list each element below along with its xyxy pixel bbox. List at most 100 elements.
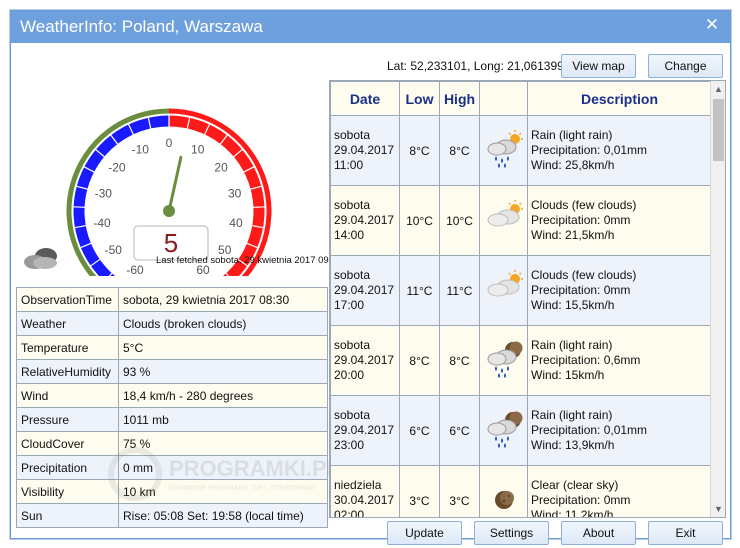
forecast-precipitation: Precipitation: 0,01mm [531,143,648,157]
forecast-wind: Wind: 15km/h [531,368,605,382]
column-header-high[interactable]: High [439,81,480,116]
forecast-description: Rain (light rain) Precipitation: 0,01mm Wi… [527,115,712,186]
gauge-tick-label: -10 [132,142,150,156]
observation-row: Precipitation 0 mm [16,455,328,480]
forecast-row[interactable]: sobota 29.04.2017 17:00 11°C 11°C Clouds (few… [330,255,712,326]
view-map-button[interactable]: View map [561,54,636,78]
forecast-time: 02:00 [334,508,365,518]
gauge-tick [73,206,86,208]
update-button[interactable]: Update [387,521,462,545]
forecast-time: 23:00 [334,438,365,452]
partly-cloudy-icon [479,255,528,326]
forecast-scrollbar[interactable]: ▲ ▼ [710,81,725,517]
night-rain-icon [479,325,528,396]
forecast-time: 14:00 [334,228,365,242]
forecast-wind: Wind: 13,9km/h [531,438,615,452]
observation-value: 93 % [118,359,328,384]
coordinates-label: Lat: 52,233101, Long: 21,061399 [387,59,564,73]
close-icon[interactable]: ✕ [702,15,722,35]
forecast-description: Clouds (few clouds) Precipitation: 0mm Win… [527,185,712,256]
forecast-description: Clear (clear sky) Precipitation: 0mm Wind:… [527,465,712,518]
forecast-date-value: 30.04.2017 [334,493,395,507]
gauge-needle [167,155,183,213]
observation-row: CloudCover 75 % [16,431,328,456]
gauge-needle-hub [163,205,175,217]
cloud-icon [21,244,61,272]
exit-button[interactable]: Exit [648,521,723,545]
observation-row: Weather Clouds (broken clouds) [16,311,328,336]
forecast-wind: Wind: 15,5km/h [531,298,615,312]
partly-cloudy-icon [479,185,528,256]
observation-table: ObservationTime sobota, 29 kwietnia 2017 … [16,287,328,528]
scroll-up-icon[interactable]: ▲ [711,81,725,97]
observation-key: Pressure [16,407,119,432]
column-header-description[interactable]: Description [527,81,712,116]
forecast-row[interactable]: sobota 29.04.2017 23:00 6°C 6°C Rain (light r… [330,395,712,466]
forecast-time: 17:00 [334,298,365,312]
observation-value: 5°C [118,335,328,360]
observation-key: ObservationTime [16,287,119,312]
rain-icon [479,115,528,186]
forecast-low: 6°C [399,395,440,466]
observation-value: 0 mm [118,455,328,480]
observation-key: Sun [16,503,119,528]
forecast-date: sobota 29.04.2017 11:00 [330,115,400,186]
observation-row: Sun Rise: 05:08 Set: 19:58 (local time) [16,503,328,528]
observation-value: Clouds (broken clouds) [118,311,328,336]
forecast-grid[interactable]: Date Low High Description sobota 29.04.20… [329,80,726,518]
column-header-low[interactable]: Low [399,81,440,116]
scrollbar-thumb[interactable] [713,99,724,161]
forecast-high: 8°C [439,325,480,396]
observation-row: RelativeHumidity 93 % [16,359,328,384]
gauge-tick-label: -50 [105,243,123,257]
window-title: WeatherInfo: Poland, Warszawa [20,17,263,36]
gauge-tick-label: 40 [229,216,243,230]
forecast-high: 11°C [439,255,480,326]
forecast-day: sobota [334,338,371,352]
forecast-date: niedziela 30.04.2017 02:00 [330,465,400,518]
night-rain-icon [479,395,528,466]
forecast-time: 11:00 [334,158,364,172]
forecast-time: 20:00 [334,368,365,382]
gauge-tick-label: -20 [108,160,126,174]
observation-key: Weather [16,311,119,336]
column-header-date[interactable]: Date [330,81,400,116]
observation-key: Precipitation [16,455,119,480]
observation-row: Visibility 10 km [16,479,328,504]
forecast-row[interactable]: sobota 29.04.2017 20:00 8°C 8°C Rain (light r… [330,325,712,396]
scroll-down-icon[interactable]: ▼ [711,501,725,517]
forecast-high: 10°C [439,185,480,256]
observation-value: 75 % [118,431,328,456]
forecast-date-value: 29.04.2017 [334,283,395,297]
forecast-row[interactable]: sobota 29.04.2017 11:00 8°C 8°C Rain (light r… [330,115,712,186]
observation-value: Rise: 05:08 Set: 19:58 (local time) [118,503,328,528]
forecast-high: 6°C [439,395,480,466]
forecast-wind: Wind: 21,5km/h [531,228,615,242]
observation-key: CloudCover [16,431,119,456]
forecast-high: 3°C [439,465,480,517]
last-fetched-label: Last fetched sobota, 29 kwietnia 2017 09… [156,255,342,266]
observation-value: 10 km [118,479,328,504]
forecast-wind: Wind: 11,2km/h [531,508,614,518]
gauge-svg: -60-50-40-30-20-10 0 1020304050605 [66,108,272,300]
forecast-row[interactable]: niedziela 30.04.2017 02:00 3°C 3°C Clear (cle… [330,465,712,518]
observation-row: Pressure 1011 mb [16,407,328,432]
forecast-date: sobota 29.04.2017 20:00 [330,325,400,396]
gauge-tick-label: 10 [191,142,205,156]
temperature-gauge: -60 -50 -40 -30 -20 -10 0 10 20 30 40 50 60 5 [15,76,327,300]
main-content: Lat: 52,233101, Long: 21,061399 View map… [15,44,726,545]
gauge-tick [252,206,265,208]
forecast-condition: Rain (light rain) [531,338,613,352]
about-button[interactable]: About [561,521,636,545]
settings-button[interactable]: Settings [474,521,549,545]
forecast-date-value: 29.04.2017 [334,143,395,157]
forecast-precipitation: Precipitation: 0mm [531,493,631,507]
observation-value: 18,4 km/h - 280 degrees [118,383,328,408]
change-location-button[interactable]: Change [648,54,723,78]
forecast-row[interactable]: sobota 29.04.2017 14:00 10°C 10°C Clouds (few… [330,185,712,256]
weatherinfo-window: WeatherInfo: Poland, Warszawa ✕ Lat: 52,… [10,10,731,545]
forecast-precipitation: Precipitation: 0,01mm [531,423,648,437]
gauge-tick-label: 0 [166,136,173,150]
gauge-value: 5 [164,228,178,258]
gauge-tick-label: -40 [93,216,111,230]
